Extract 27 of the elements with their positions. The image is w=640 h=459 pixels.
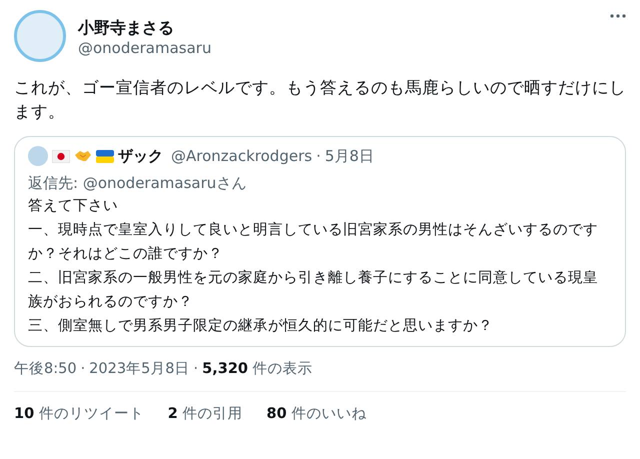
author-name[interactable]: 小野寺まさる [78, 18, 602, 38]
quoted-date[interactable]: 5月8日 [324, 145, 374, 168]
view-count: 5,320 件の表示 [202, 360, 313, 379]
quoted-text-line: 二、旧宮家系の一般男性を元の家庭から引き離し養子にすることに同意している現皇族がおられるのですか？ [28, 268, 599, 312]
quoted-text-line: 一、現時点で皇室入りして良いと明言している旧宮家系の男性はそんざいするのですか？それはどこの誰ですか？ [28, 220, 599, 264]
ukraine-flag-icon [96, 150, 114, 163]
tweet-date[interactable]: 2023年5月8日 [89, 359, 190, 379]
stat-link[interactable]: 80 件のいいね [266, 404, 366, 426]
stat-link[interactable]: 10 件のリツイート [14, 404, 144, 426]
quoted-author-name[interactable]: ザック [118, 145, 163, 168]
quoted-text-line: 三、側室無しで男系男子限定の継承が恒久的に可能だと思いますか？ [28, 316, 494, 336]
more-icon[interactable] [610, 14, 626, 18]
quoted-text-line: 答えて下さい [28, 197, 119, 216]
author-handle[interactable]: @onoderamasaru [78, 38, 602, 58]
quoted-tweet-card[interactable]: ザック @Aronzackrodgers · 5月8日 返信先: @onoderamasaruさん 答えて下さい 一、現時点で皇室入りして良いと明言している旧宮家系の男性はそんざいするのですか？それはどこの誰ですか？ 二、旧宮家系の一般男性を元の家庭から引き離し養子にすることに同意している現皇族がおられるのですか？ 三、側室無しで男系男子限定の継承が恒久的に可能だと思いますか？ [14, 136, 626, 347]
handshake-icon [74, 149, 92, 164]
separator-dot: · [316, 146, 321, 167]
tweet-time[interactable]: 午後8:50 [14, 359, 77, 379]
separator-dot: · [194, 360, 198, 379]
tweet-text: これが、ゴー宣信者のレベルです。もう答えるのも馬鹿らしいので晒すだけにします。 [14, 77, 626, 123]
stat-link[interactable]: 2 件の引用 [168, 404, 242, 426]
avatar-circle[interactable] [14, 10, 66, 62]
separator-dot: · [80, 360, 86, 379]
quoted-avatar-circle[interactable] [28, 146, 48, 166]
japan-flag-icon [52, 150, 70, 163]
reply-to-text: 返信先: @onoderamasaruさん [28, 172, 248, 194]
quoted-author-handle[interactable]: @Aronzackrodgers [171, 145, 312, 168]
